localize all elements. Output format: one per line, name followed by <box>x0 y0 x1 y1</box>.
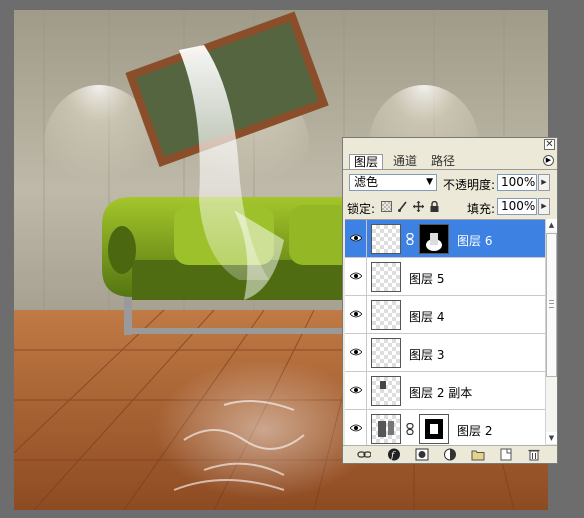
mask-shape <box>425 419 443 439</box>
opacity-label: 不透明度: <box>443 178 496 192</box>
fill-stepper-arrow-icon[interactable]: ▶ <box>538 198 550 215</box>
lock-position-icon[interactable] <box>413 201 424 212</box>
layer-thumbnail[interactable] <box>371 376 401 406</box>
chevron-down-icon: ▼ <box>426 177 433 187</box>
blend-row: 滤色 ▼ 不透明度: 100% ▶ <box>343 170 557 194</box>
new-layer-icon[interactable] <box>499 448 513 461</box>
visibility-toggle[interactable] <box>345 372 367 409</box>
visibility-toggle[interactable] <box>345 334 367 371</box>
layer-row[interactable]: 图层 4 <box>345 296 545 334</box>
visibility-toggle[interactable] <box>345 296 367 333</box>
adjustment-layer-icon[interactable] <box>443 448 457 461</box>
thumbnail-content <box>378 421 394 437</box>
layer-thumbnail[interactable] <box>371 338 401 368</box>
tab-channels[interactable]: 通道 <box>389 154 421 169</box>
panel-menu-icon[interactable]: ▶ <box>543 155 554 166</box>
layer-name: 图层 4 <box>409 310 445 324</box>
visibility-toggle[interactable] <box>345 410 367 445</box>
fill-input[interactable]: 100% <box>497 198 537 215</box>
blend-mode-select[interactable]: 滤色 ▼ <box>349 174 437 191</box>
chain-link-icon[interactable] <box>406 423 414 435</box>
layer-row[interactable]: 图层 2 <box>345 410 545 445</box>
layer-row[interactable]: 图层 5 <box>345 258 545 296</box>
opacity-input[interactable]: 100% <box>497 174 537 191</box>
lock-label: 锁定: <box>347 202 376 216</box>
layer-mask-thumbnail[interactable] <box>419 224 449 254</box>
eye-icon <box>350 386 362 394</box>
eye-icon <box>350 310 362 318</box>
layer-name: 图层 2 副本 <box>409 386 473 400</box>
add-mask-icon[interactable] <box>415 448 429 461</box>
fill-label: 填充: <box>467 202 496 216</box>
layer-row[interactable]: 图层 6 <box>345 220 545 258</box>
layer-thumbnail[interactable] <box>371 262 401 292</box>
thumbnail-content <box>380 381 386 389</box>
visibility-toggle[interactable] <box>345 258 367 295</box>
lock-transparency-icon[interactable] <box>381 201 392 212</box>
link-layers-icon[interactable] <box>357 448 371 461</box>
layer-name: 图层 6 <box>457 234 493 248</box>
layer-row[interactable]: 图层 3 <box>345 334 545 372</box>
layer-name: 图层 3 <box>409 348 445 362</box>
layer-list-scrollbar[interactable]: ▲ ▼ <box>545 219 557 444</box>
panel-titlebar[interactable]: ✕ <box>343 138 557 152</box>
lock-all-icon[interactable] <box>429 201 440 212</box>
scroll-up-icon[interactable]: ▲ <box>546 219 557 231</box>
layer-thumbnail[interactable] <box>371 300 401 330</box>
eye-icon <box>350 424 362 432</box>
eye-icon <box>350 272 362 280</box>
layer-thumbnail[interactable] <box>371 224 401 254</box>
layers-panel: ✕ 图层 通道 路径 ▶ 滤色 ▼ 不透明度: 100% ▶ 锁定: 填充: 1… <box>342 137 558 464</box>
layer-thumbnail[interactable] <box>371 414 401 444</box>
scroll-down-icon[interactable]: ▼ <box>546 432 557 444</box>
visibility-toggle[interactable] <box>345 220 367 257</box>
eye-icon <box>350 234 362 242</box>
opacity-stepper-arrow-icon[interactable]: ▶ <box>538 174 550 191</box>
lock-row: 锁定: 填充: 100% ▶ <box>343 194 557 218</box>
scrollbar-thumb[interactable] <box>546 233 557 377</box>
trash-icon[interactable] <box>527 448 541 461</box>
close-icon[interactable]: ✕ <box>544 139 555 150</box>
panel-bottom-toolbar: f <box>343 445 557 464</box>
new-group-icon[interactable] <box>471 448 485 461</box>
layer-row[interactable]: 图层 2 副本 <box>345 372 545 410</box>
layer-name: 图层 2 <box>457 424 493 438</box>
blend-mode-value: 滤色 <box>354 175 379 189</box>
layer-style-icon[interactable]: f <box>387 448 401 461</box>
eye-icon <box>350 348 362 356</box>
layer-mask-thumbnail[interactable] <box>419 414 449 444</box>
panel-tabs: 图层 通道 路径 ▶ <box>343 152 557 170</box>
tab-layers[interactable]: 图层 <box>349 154 384 169</box>
mask-shape <box>426 233 442 251</box>
chain-link-icon[interactable] <box>406 233 414 245</box>
lock-paint-icon[interactable] <box>397 201 408 212</box>
layer-name: 图层 5 <box>409 272 445 286</box>
tab-paths[interactable]: 路径 <box>427 154 459 169</box>
layer-list: 图层 6 图层 5 图层 4 图层 3 图层 2 副本 图层 2 <box>345 219 545 445</box>
